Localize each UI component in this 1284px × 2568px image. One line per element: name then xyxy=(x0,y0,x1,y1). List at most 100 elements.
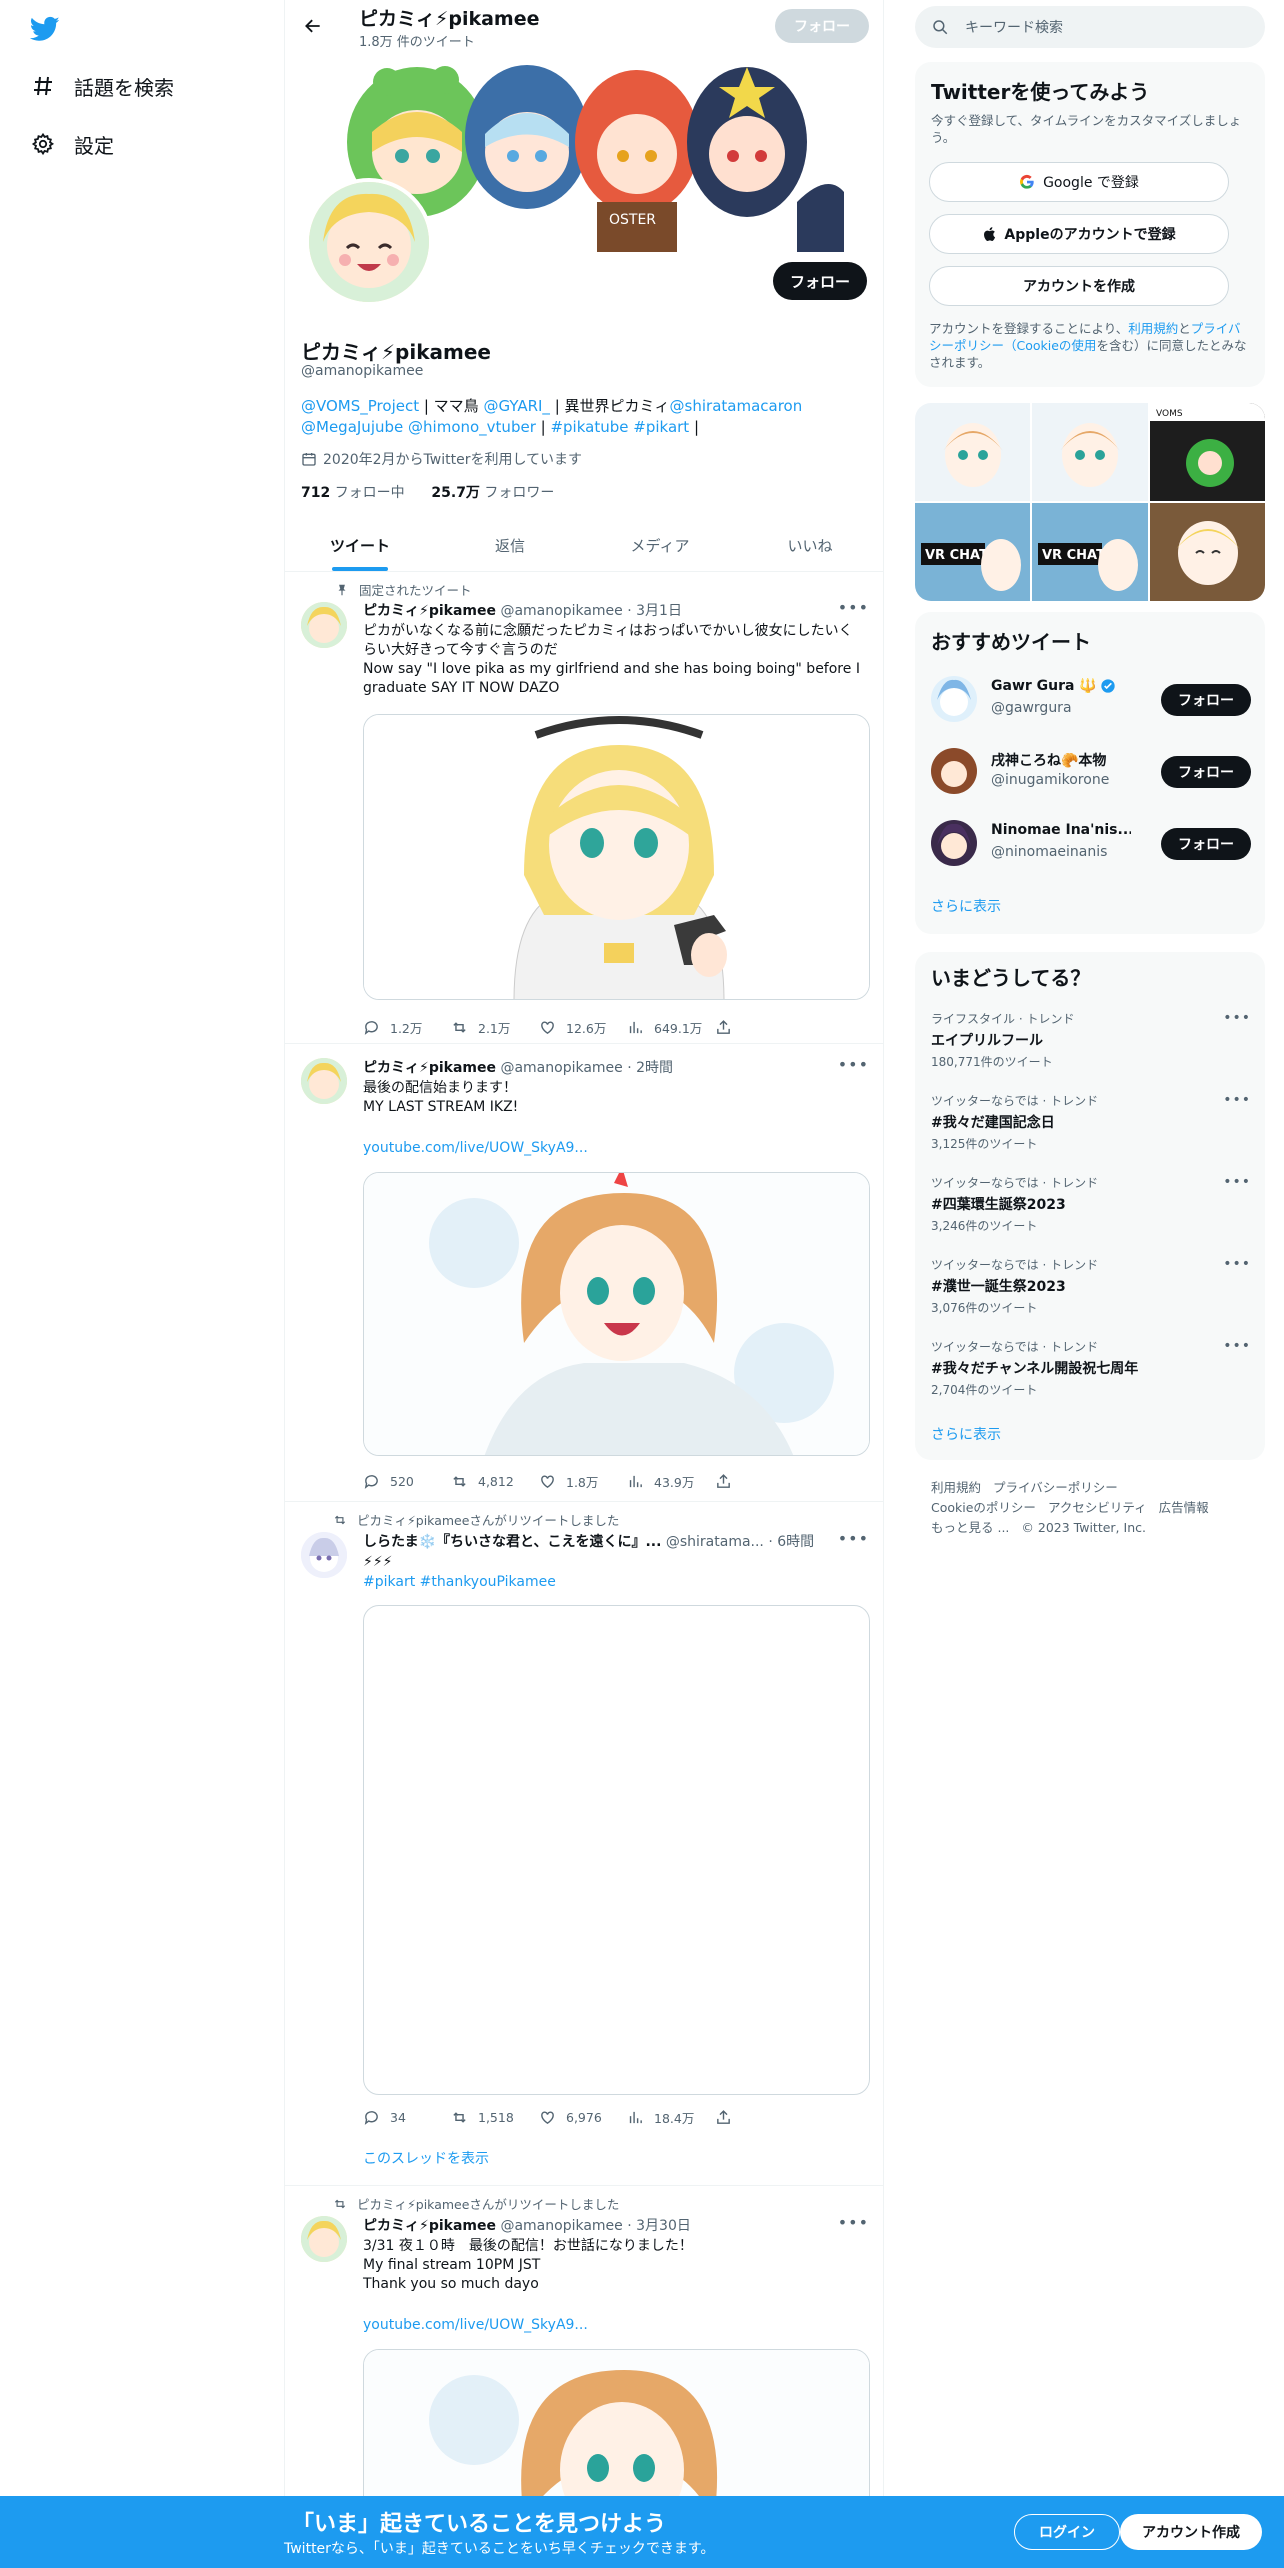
like-button[interactable]: 1.8万 xyxy=(539,1472,627,1491)
followers-link[interactable]: 25.7万 フォロワー xyxy=(431,485,554,501)
show-more-link[interactable]: さらに表示 xyxy=(931,896,1001,916)
media-thumb[interactable]: VR CHAT xyxy=(915,503,1031,601)
views-button[interactable]: 43.9万 xyxy=(627,1472,715,1491)
header-follow-button[interactable]: フォロー xyxy=(775,9,869,43)
footer-link[interactable]: アクセシビリティ xyxy=(1048,1498,1147,1518)
like-button[interactable]: 12.6万 xyxy=(539,1018,627,1037)
bio-hashtag[interactable]: #pikatube xyxy=(550,418,628,436)
search-input[interactable]: キーワード検索 xyxy=(915,6,1265,48)
tweet-author-name[interactable]: ピカミィ⚡pikamee xyxy=(363,603,496,619)
tweet-time[interactable]: 2時間 xyxy=(636,1060,673,1076)
terms-link[interactable]: 利用規約 xyxy=(1128,321,1178,336)
more-icon[interactable]: ••• xyxy=(838,1529,869,1548)
bio-mention[interactable]: @himono_vtuber xyxy=(408,418,536,436)
footer-link[interactable]: 利用規約 xyxy=(931,1478,981,1498)
show-more-link[interactable]: さらに表示 xyxy=(931,1424,1001,1444)
create-account-button[interactable]: アカウントを作成 xyxy=(929,266,1229,306)
views-button[interactable]: 18.4万 xyxy=(627,2108,715,2127)
more-icon[interactable]: ••• xyxy=(838,1055,869,1074)
tab-tweets[interactable]: ツイート xyxy=(285,520,435,571)
tweet[interactable]: ピカミィ⚡pikamee @amanopikamee · 2時間 ••• 最後の… xyxy=(285,1044,883,1502)
reply-button[interactable]: 520 xyxy=(363,1472,451,1491)
tweet-hashtags[interactable]: #pikart #thankyouPikamee xyxy=(363,1573,863,1592)
media-thumb[interactable]: VOMS xyxy=(1149,403,1265,501)
more-icon[interactable]: ••• xyxy=(838,598,869,617)
more-icon[interactable]: ••• xyxy=(1223,1092,1251,1108)
tweet-time[interactable]: 6時間 xyxy=(777,1534,814,1550)
more-icon[interactable]: ••• xyxy=(1223,1174,1251,1190)
tweet-handle[interactable]: @amanopikamee xyxy=(500,603,622,619)
retweet-button[interactable]: 1,518 xyxy=(451,2108,539,2127)
tab-media[interactable]: メディア xyxy=(585,520,735,571)
following-link[interactable]: 712 フォロー中 xyxy=(301,485,405,501)
tweet-avatar[interactable] xyxy=(301,1532,347,1578)
nav-settings[interactable]: 設定 xyxy=(30,126,114,162)
trend-item[interactable]: ツイッターならでは · トレンド #我々だ建国記念日 3,125件のツイート ••• xyxy=(931,1092,1251,1162)
twitter-logo-icon[interactable] xyxy=(29,14,60,44)
apple-signup-button[interactable]: Appleのアカウントで登録 xyxy=(929,214,1229,254)
signup-button[interactable]: アカウント作成 xyxy=(1120,2514,1262,2550)
footer-link[interactable]: プライバシーポリシー xyxy=(993,1478,1118,1498)
profile-avatar[interactable] xyxy=(305,178,433,306)
trend-item[interactable]: ライフスタイル · トレンド エイプリルフール 180,771件のツイート ••• xyxy=(931,1010,1251,1080)
tab-likes[interactable]: いいね xyxy=(735,520,883,571)
footer-link[interactable]: 広告情報 xyxy=(1159,1498,1209,1518)
google-signup-button[interactable]: Google で登録 xyxy=(929,162,1229,202)
recommend-follow-button[interactable]: フォロー xyxy=(1161,684,1251,716)
footer-link[interactable]: Cookieのポリシー xyxy=(931,1498,1036,1518)
trend-item[interactable]: ツイッターならでは · トレンド #我々だチャンネル開設祝七周年 2,704件のツイ… xyxy=(931,1338,1251,1408)
trend-item[interactable]: ツイッターならでは · トレンド #四葉環生誕祭2023 3,246件のツイート •… xyxy=(931,1174,1251,1244)
tab-replies[interactable]: 返信 xyxy=(435,520,585,571)
recommend-item[interactable]: 戌神ころね🥐本物 @inugamikorone フォロー xyxy=(931,746,1251,798)
tweet-image[interactable] xyxy=(363,1605,870,2095)
tweet-image[interactable] xyxy=(363,714,870,1000)
tweet-handle[interactable]: @amanopikamee xyxy=(500,2218,622,2234)
share-button[interactable] xyxy=(715,2108,803,2127)
tweet-image[interactable] xyxy=(363,1172,870,1456)
views-button[interactable]: 649.1万 xyxy=(627,1018,715,1037)
follow-button[interactable]: フォロー xyxy=(773,262,867,300)
bio-mention[interactable]: @VOMS_Project xyxy=(301,397,419,415)
media-thumb[interactable] xyxy=(1149,503,1265,601)
share-button[interactable] xyxy=(715,1472,803,1491)
media-thumb[interactable]: VR CHAT xyxy=(1032,503,1148,601)
tweet-author-name[interactable]: ピカミィ⚡pikamee xyxy=(363,2218,496,2234)
more-icon[interactable]: ••• xyxy=(1223,1338,1251,1354)
tweet-link[interactable]: youtube.com/live/UOW_SkyA9... xyxy=(363,2316,863,2335)
reply-button[interactable]: 34 xyxy=(363,2108,451,2127)
tweet[interactable]: ピカミィ⚡pikameeさんがリツイートしました しらたま❄️『ちいさな君と、こ… xyxy=(285,1502,883,2186)
recommend-item[interactable]: Gawr Gura 🔱 @gawrgura フォロー xyxy=(931,674,1251,726)
tweet-author-name[interactable]: ピカミィ⚡pikamee xyxy=(363,1060,496,1076)
tweet[interactable]: 固定されたツイート ピカミィ⚡pikamee @amanopikamee · 3… xyxy=(285,572,883,1044)
tweet-handle[interactable]: @shiratama... xyxy=(666,1534,764,1550)
retweet-button[interactable]: 2.1万 xyxy=(451,1018,539,1037)
recommend-item[interactable]: Ninomae Ina'nis... @ninomaeinanis フォロー xyxy=(931,818,1251,870)
tweet-author-name[interactable]: しらたま❄️『ちいさな君と、こえを遠くに』... xyxy=(363,1534,661,1550)
back-button[interactable] xyxy=(299,12,327,40)
tweet-avatar[interactable] xyxy=(301,602,347,648)
footer-link[interactable]: もっと見る ... xyxy=(931,1518,1009,1538)
tweet-link[interactable]: youtube.com/live/UOW_SkyA9... xyxy=(363,1139,863,1158)
more-icon[interactable]: ••• xyxy=(1223,1010,1251,1026)
more-icon[interactable]: ••• xyxy=(1223,1256,1251,1272)
trend-item[interactable]: ツイッターならでは · トレンド #濮世一誕生祭2023 3,076件のツイート •… xyxy=(931,1256,1251,1326)
share-button[interactable] xyxy=(715,1018,803,1037)
login-button[interactable]: ログイン xyxy=(1014,2514,1120,2550)
bio-mention[interactable]: @MegaJujube xyxy=(301,418,403,436)
show-thread-link[interactable]: このスレッドを表示 xyxy=(363,2150,863,2169)
media-thumb[interactable] xyxy=(1032,403,1148,501)
recommend-follow-button[interactable]: フォロー xyxy=(1161,756,1251,788)
tweet-time[interactable]: 3月1日 xyxy=(636,603,682,619)
nav-explore[interactable]: 話題を検索 xyxy=(30,68,174,104)
bio-mention[interactable]: @GYARI_ xyxy=(483,397,549,415)
tweet-time[interactable]: 3月30日 xyxy=(636,2218,691,2234)
media-thumb[interactable] xyxy=(915,403,1031,501)
bio-mention[interactable]: @shiratamacaron xyxy=(670,397,803,415)
tweet-handle[interactable]: @amanopikamee xyxy=(500,1060,622,1076)
more-icon[interactable]: ••• xyxy=(838,2213,869,2232)
bio-hashtag[interactable]: #pikart xyxy=(633,418,689,436)
retweet-button[interactable]: 4,812 xyxy=(451,1472,539,1491)
tweet-avatar[interactable] xyxy=(301,1058,347,1104)
like-button[interactable]: 6,976 xyxy=(539,2108,627,2127)
recommend-follow-button[interactable]: フォロー xyxy=(1161,828,1251,860)
